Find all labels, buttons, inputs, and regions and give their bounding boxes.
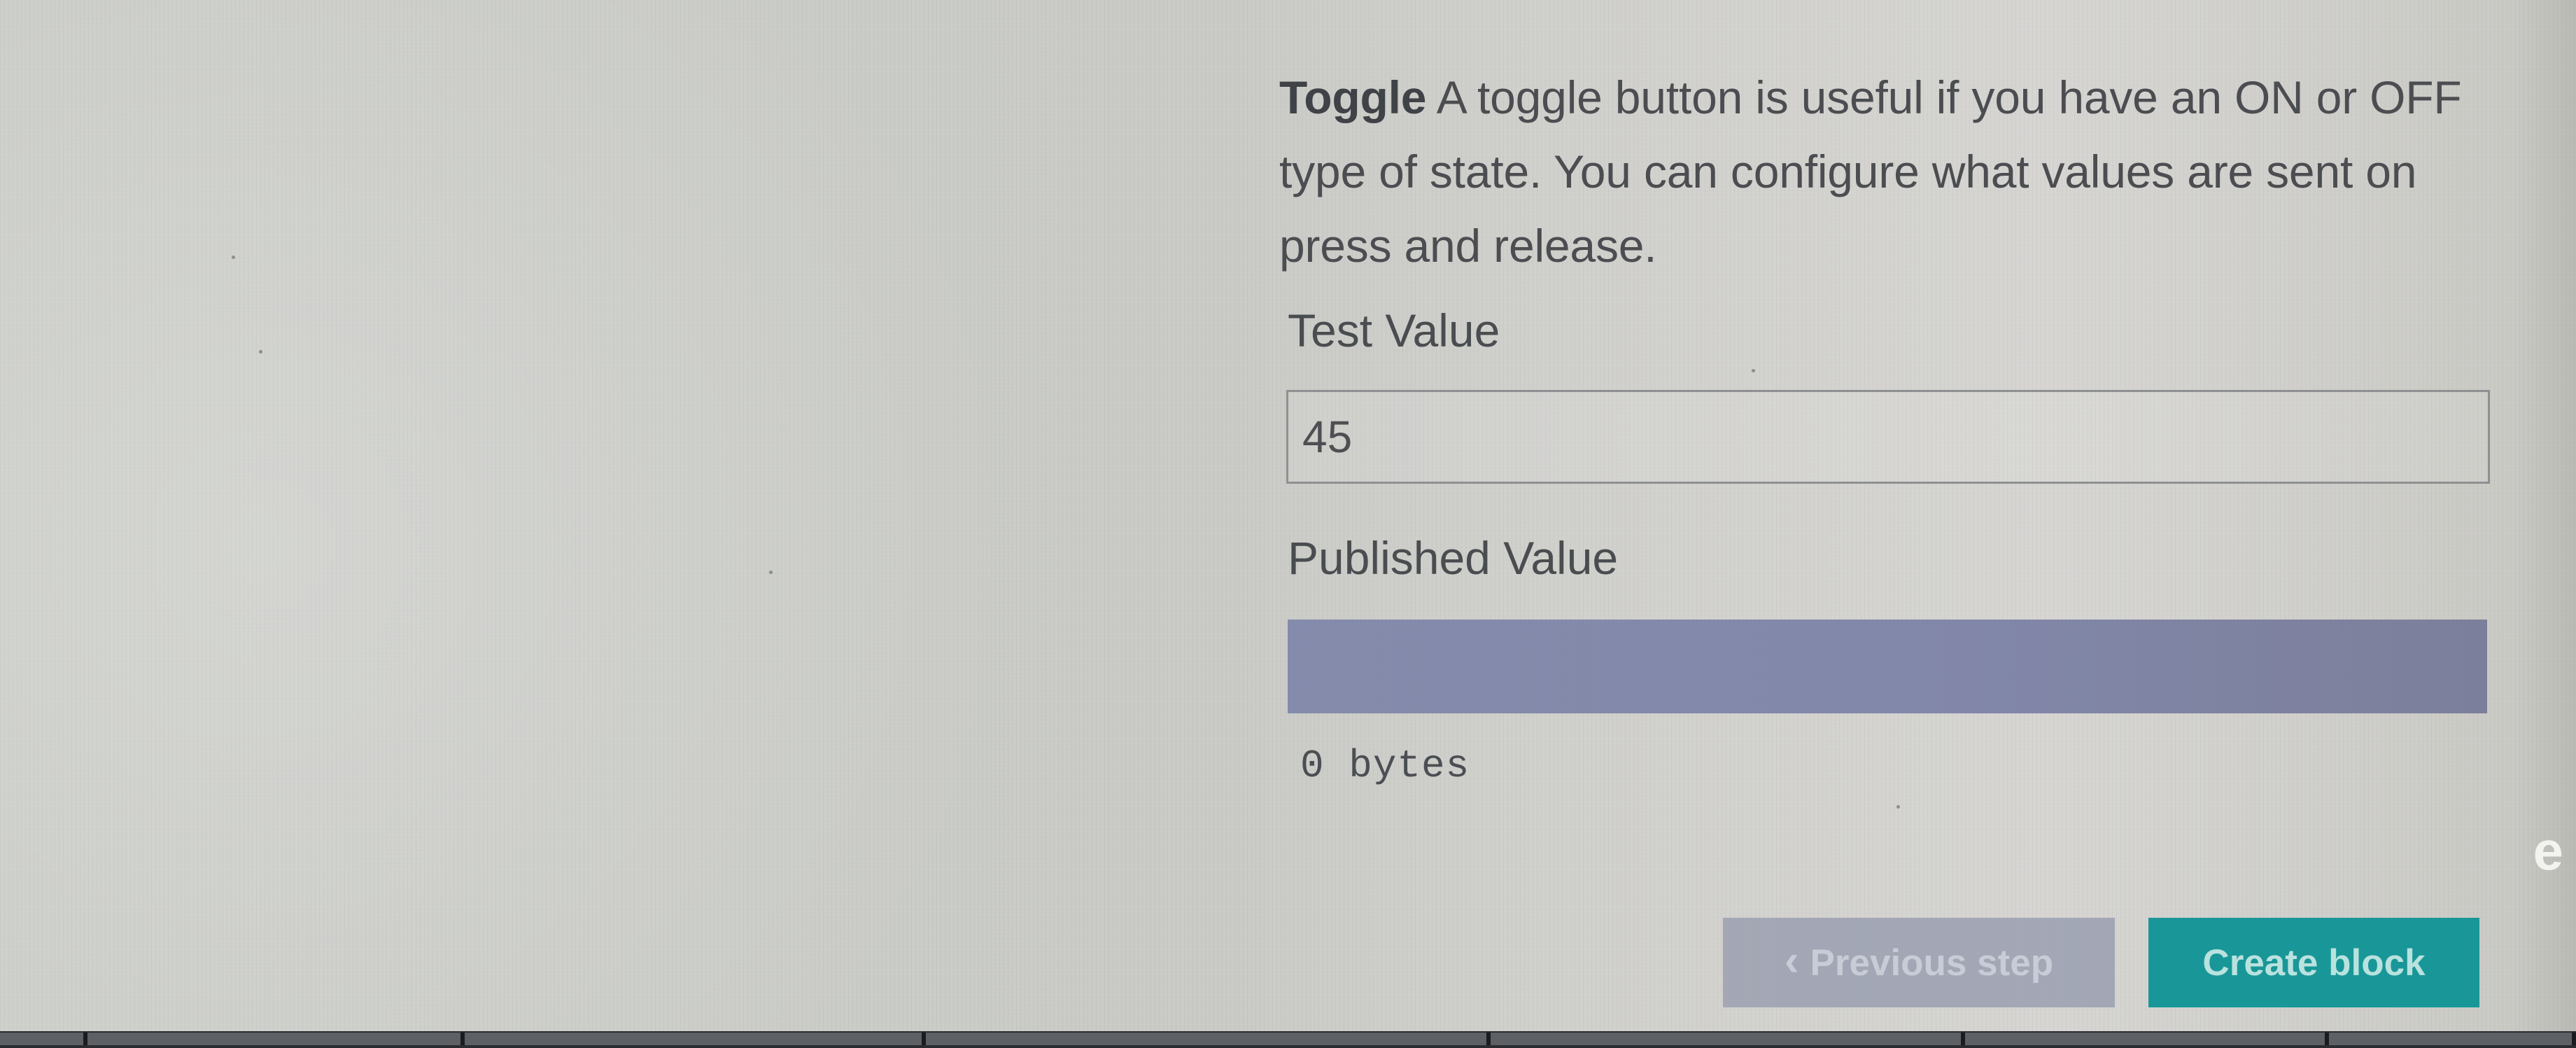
chevron-left-icon: ‹: [1784, 936, 1799, 985]
blank-left-panel: [0, 0, 1232, 1048]
taskbar-segment: [0, 1033, 87, 1045]
taskbar-segment: [87, 1033, 465, 1045]
create-block-button[interactable]: Create block: [2148, 918, 2479, 1007]
published-value-size: 0 bytes: [1300, 743, 1470, 788]
screen-speck: [259, 350, 262, 354]
taskbar-segment: [465, 1033, 926, 1045]
previous-step-label: Previous step: [1810, 942, 2054, 984]
taskbar-segment: [925, 1033, 1491, 1045]
screen-speck: [769, 571, 773, 574]
previous-step-button[interactable]: ‹ Previous step: [1723, 918, 2115, 1007]
screen-speck: [232, 256, 235, 259]
toggle-description: Toggle A toggle button is useful if you …: [1279, 60, 2497, 283]
create-block-label: Create block: [2202, 942, 2426, 984]
right-edge-shadow: e: [2510, 0, 2576, 1048]
taskbar-segment: [1490, 1033, 1965, 1045]
published-value-label: Published Value: [1288, 532, 1619, 584]
taskbar-segment: [1964, 1033, 2329, 1045]
bottom-taskbar: [0, 1031, 2576, 1048]
description-text: A toggle button is useful if you have an…: [1279, 71, 2462, 272]
description-emphasis: Toggle: [1279, 71, 1427, 123]
partial-edge-text: e: [2533, 820, 2563, 881]
screen: Toggle A toggle button is useful if you …: [0, 0, 2576, 1048]
test-value-label: Test Value: [1288, 305, 1500, 356]
published-value-output: [1288, 620, 2487, 713]
test-value-input[interactable]: [1286, 390, 2490, 484]
block-configuration-panel: Toggle A toggle button is useful if you …: [1279, 0, 2497, 1048]
taskbar-segment: [2329, 1033, 2576, 1045]
